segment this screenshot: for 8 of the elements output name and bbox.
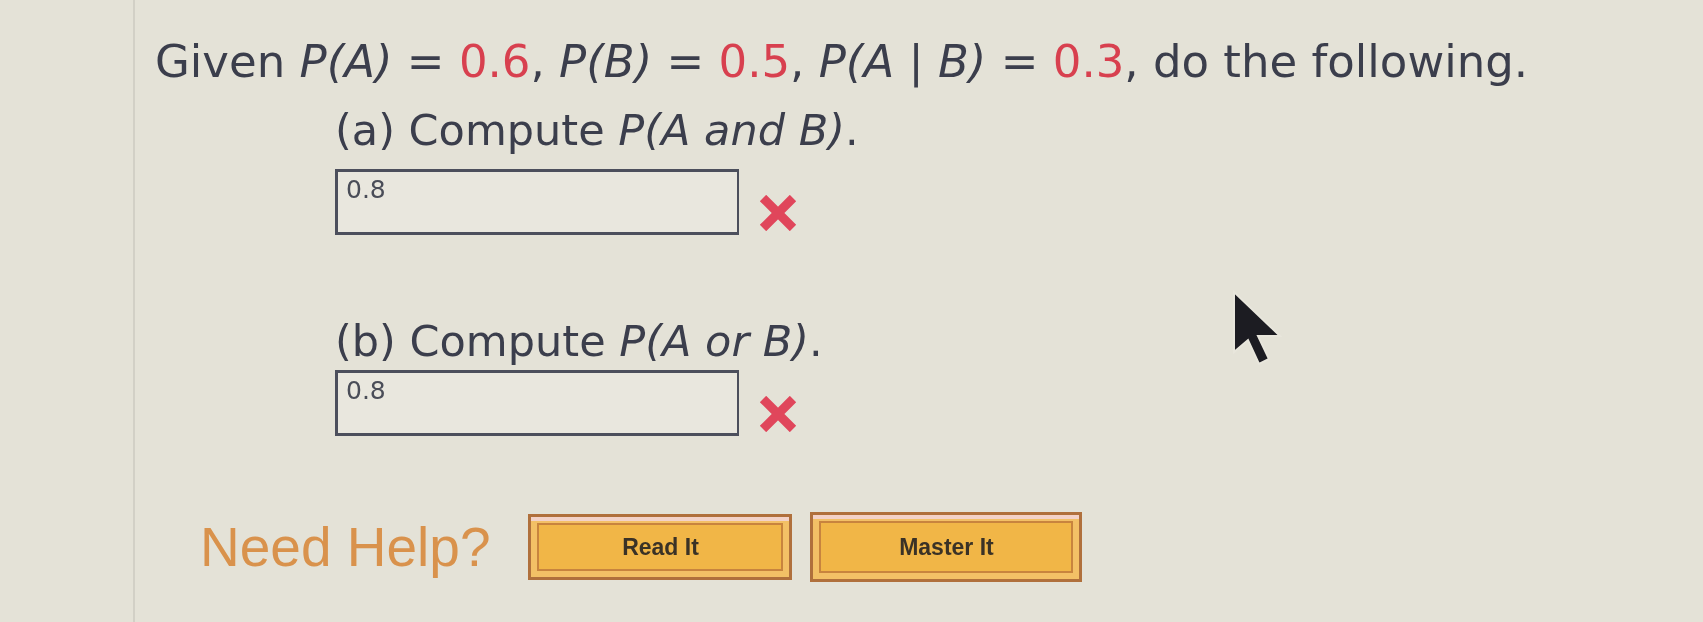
problem-statement: Given P(A) = 0.6, P(B) = 0.5, P(A | B) = 0.3, do the following. [155,36,1529,88]
help-label: Need Help? [200,515,491,579]
help-button[interactable]: Read It [528,514,793,580]
answer-field[interactable]: 0.8 [335,169,739,235]
question-label: (b) Compute P(A or B). [335,318,823,364]
help-button[interactable]: Master It [810,512,1083,582]
question-label: (a) Compute P(A and B). [335,107,859,153]
answer-field[interactable]: 0.8 [335,370,739,436]
